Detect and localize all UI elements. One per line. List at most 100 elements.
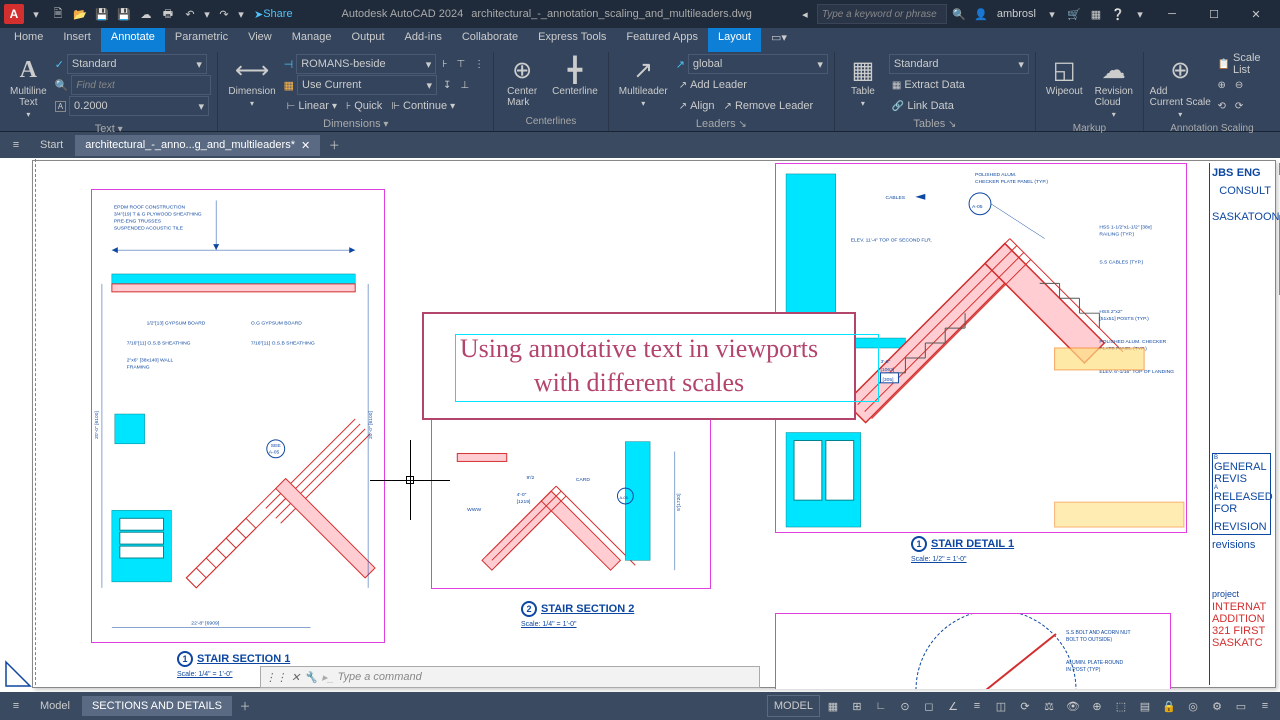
annoscale-icon[interactable]: ⚖ xyxy=(1038,695,1060,717)
find-input[interactable]: Find text xyxy=(71,75,211,95)
table-style-combo[interactable]: Standard▾ xyxy=(889,54,1029,74)
save-icon[interactable]: 💾 xyxy=(92,4,112,24)
tab-addins[interactable]: Add-ins xyxy=(395,28,452,52)
table-button[interactable]: ▦Table▾ xyxy=(841,54,885,116)
panel-label-tables[interactable]: Tables ↘ xyxy=(841,116,1029,132)
new-icon[interactable]: 🗎 xyxy=(48,4,68,24)
tab-insert[interactable]: Insert xyxy=(53,28,101,52)
open-icon[interactable]: 📂 xyxy=(70,4,90,24)
hamburger-icon[interactable]: ≡ xyxy=(4,695,28,717)
snap-icon[interactable]: ⊞ xyxy=(846,695,868,717)
tab-view[interactable]: View xyxy=(238,28,282,52)
linear-button[interactable]: ⊢ Linear ▾ xyxy=(284,99,340,113)
tab-express[interactable]: Express Tools xyxy=(528,28,616,52)
ortho-icon[interactable]: ∟ xyxy=(870,695,892,717)
chevron-down-icon[interactable]: ▾ xyxy=(202,4,212,24)
saveas-icon[interactable]: 💾 xyxy=(114,4,134,24)
cmd-handle-icon[interactable]: ⋮⋮ xyxy=(265,671,287,684)
quick-button[interactable]: ⊦ Quick xyxy=(343,99,385,113)
anno-tool-3[interactable]: ⟲ xyxy=(1215,100,1229,113)
chevron-left-icon[interactable]: ◂ xyxy=(795,4,815,24)
command-line[interactable]: ⋮⋮ ✕ 🔧 ▸_ Type a command xyxy=(260,666,760,688)
viewport-1[interactable]: EPDM ROOF CONSTRUCTION 3/4"(19) T & G PL… xyxy=(91,189,385,643)
tab-parametric[interactable]: Parametric xyxy=(165,28,238,52)
search-input[interactable]: Type a keyword or phrase xyxy=(817,4,947,24)
lweight-icon[interactable]: ≡ xyxy=(966,695,988,717)
add-tab-icon[interactable]: ＋ xyxy=(322,134,346,156)
drawing-canvas[interactable]: EPDM ROOF CONSTRUCTION 3/4"(19) T & G PL… xyxy=(0,158,1280,692)
tab-layout[interactable]: Layout xyxy=(708,28,761,52)
close-tab-icon[interactable]: ✕ xyxy=(301,139,310,152)
units-icon[interactable]: ⬚ xyxy=(1110,695,1132,717)
tab-home[interactable]: Home xyxy=(4,28,53,52)
chevron-down-icon[interactable]: ▾ xyxy=(26,4,46,24)
user-name[interactable]: ambrosl xyxy=(993,8,1040,20)
search-icon[interactable]: 🔍 xyxy=(949,4,969,24)
centermark-button[interactable]: ⊕Center Mark xyxy=(500,54,544,110)
start-tab[interactable]: Start xyxy=(30,135,73,155)
leader-style-combo[interactable]: global▾ xyxy=(688,54,828,74)
autoscale-icon[interactable]: ⊕ xyxy=(1086,695,1108,717)
dim-tool-5[interactable]: ⊥ xyxy=(457,79,472,92)
undo-icon[interactable]: ↶ xyxy=(180,4,200,24)
annovisibility-icon[interactable]: 👁 xyxy=(1062,695,1084,717)
remove-leader-button[interactable]: ↗ Remove Leader xyxy=(721,99,817,113)
isolate-icon[interactable]: ◎ xyxy=(1182,695,1204,717)
hardware-icon[interactable]: ⚙ xyxy=(1206,695,1228,717)
app-icon[interactable]: ▦ xyxy=(1086,4,1106,24)
align-leader-button[interactable]: ↗ Align xyxy=(676,99,718,113)
tab-collaborate[interactable]: Collaborate xyxy=(452,28,528,52)
user-icon[interactable]: 👤 xyxy=(971,4,991,24)
panel-label-dim[interactable]: Dimensions ▾ xyxy=(224,116,487,132)
dim-tool-4[interactable]: ↧ xyxy=(440,79,454,92)
layout-tab[interactable]: SECTIONS AND DETAILS xyxy=(82,696,232,716)
multileader-button[interactable]: ↗Multileader▾ xyxy=(615,54,672,116)
text-height-combo[interactable]: 0.2000▾ xyxy=(69,96,209,116)
file-tab[interactable]: architectural_-_anno...g_and_multileader… xyxy=(75,135,320,156)
maximize-button[interactable]: ☐ xyxy=(1194,0,1234,28)
tab-annotate[interactable]: Annotate xyxy=(101,28,165,52)
dim-tool-2[interactable]: ⊤ xyxy=(453,58,468,71)
minimize-button[interactable]: ─ xyxy=(1152,0,1192,28)
hamburger-icon[interactable]: ≡ xyxy=(4,134,28,156)
dim-tool-3[interactable]: ⋮ xyxy=(471,58,487,71)
scale-list-button[interactable]: 📋 Scale List xyxy=(1215,51,1274,77)
continue-button[interactable]: ⊩ Continue ▾ xyxy=(388,99,458,113)
extract-button[interactable]: ▦ Extract Data xyxy=(889,78,968,92)
model-space-button[interactable]: MODEL xyxy=(767,695,820,717)
lock-icon[interactable]: 🔒 xyxy=(1158,695,1180,717)
add-scale-button[interactable]: ⊕Add Current Scale▾ xyxy=(1150,54,1211,121)
customize-icon[interactable]: ≡ xyxy=(1254,695,1276,717)
transparency-icon[interactable]: ◫ xyxy=(990,695,1012,717)
find-icon[interactable]: 🔍 xyxy=(55,79,69,92)
chevron-down-icon[interactable]: ▾ xyxy=(1042,4,1062,24)
chevron-down-icon[interactable]: ▾ xyxy=(1130,4,1150,24)
viewport-2[interactable]: 5'[1720] 9'/2 4'-0"[1219] WWW A-05 CARD xyxy=(431,411,711,589)
cart-icon[interactable]: 🛒 xyxy=(1064,4,1084,24)
tab-featured[interactable]: Featured Apps xyxy=(616,28,708,52)
centerline-button[interactable]: ╋Centerline xyxy=(548,54,602,110)
tab-extra[interactable]: ▭▾ xyxy=(761,28,797,52)
add-leader-button[interactable]: ↗ Add Leader xyxy=(676,78,750,92)
cycling-icon[interactable]: ⟳ xyxy=(1014,695,1036,717)
cleanscreen-icon[interactable]: ▭ xyxy=(1230,695,1252,717)
qprops-icon[interactable]: ▤ xyxy=(1134,695,1156,717)
command-input[interactable]: Type a command xyxy=(338,671,422,683)
chevron-down-icon[interactable]: ▾ xyxy=(236,4,246,24)
multiline-text-button[interactable]: A Multiline Text▾ xyxy=(6,54,51,121)
otrack-icon[interactable]: ∠ xyxy=(942,695,964,717)
anno-tool-4[interactable]: ⟳ xyxy=(1232,100,1246,113)
grid-icon[interactable]: ▦ xyxy=(822,695,844,717)
anno-tool-1[interactable]: ⊕ xyxy=(1215,79,1229,92)
panel-label-leaders[interactable]: Leaders ↘ xyxy=(615,116,828,132)
text-style-combo[interactable]: Standard▾ xyxy=(67,54,207,74)
share-button[interactable]: ➤ Share xyxy=(248,4,299,24)
dimension-button[interactable]: ⟷ Dimension▾ xyxy=(224,54,279,116)
osnap-icon[interactable]: ◻ xyxy=(918,695,940,717)
dim-style-combo[interactable]: ROMANS-beside▾ xyxy=(296,54,436,74)
redo-icon[interactable]: ↷ xyxy=(214,4,234,24)
revcloud-button[interactable]: ☁Revision Cloud▾ xyxy=(1091,54,1137,121)
cmd-config-icon[interactable]: 🔧 xyxy=(304,671,318,684)
dim-tool-1[interactable]: ⊦ xyxy=(439,58,450,71)
polar-icon[interactable]: ⊙ xyxy=(894,695,916,717)
